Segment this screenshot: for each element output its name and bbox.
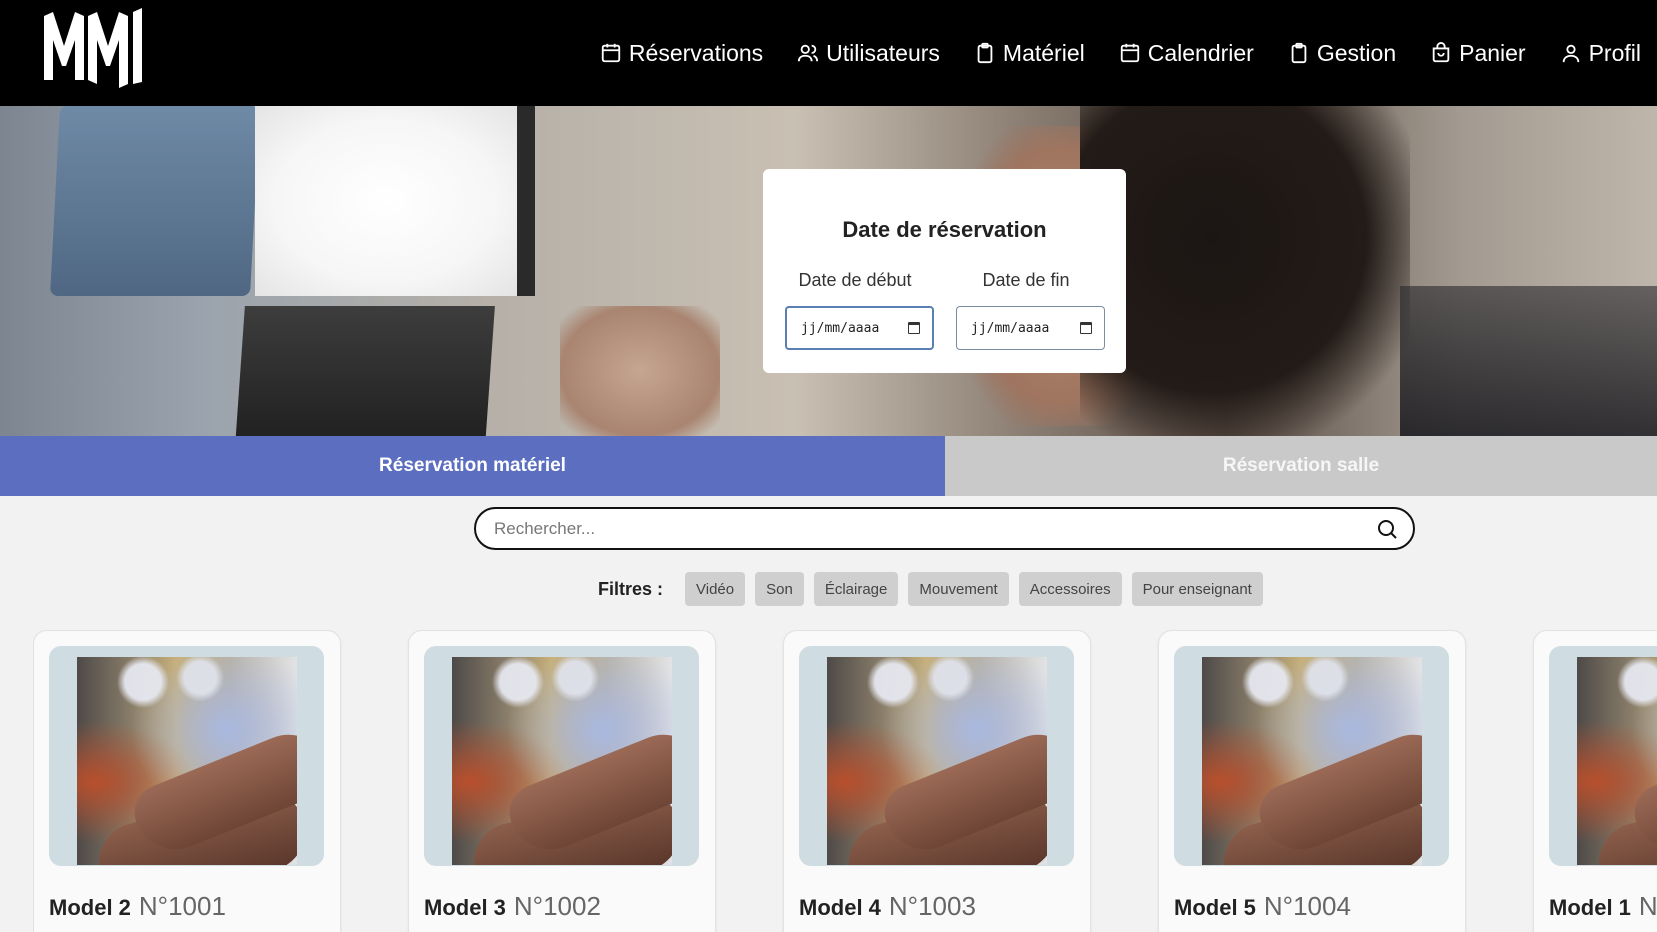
equipment-photo xyxy=(452,657,672,865)
equipment-card-title: Model 4 N°1003 xyxy=(799,891,976,922)
equipment-photo xyxy=(77,657,297,865)
equipment-number: N°1000 xyxy=(1638,891,1657,921)
equipment-card[interactable]: Model 1 N°1000 xyxy=(1533,630,1657,932)
reservation-tabs: Réservation matériel Réservation salle xyxy=(0,436,1657,496)
hero-photo-hair xyxy=(1080,106,1410,436)
nav-utilisateurs[interactable]: Utilisateurs xyxy=(797,40,940,67)
equipment-number: N°1003 xyxy=(888,891,976,921)
nav-reservations[interactable]: Réservations xyxy=(600,40,763,67)
mmi-logo[interactable] xyxy=(44,8,150,88)
nav-profil[interactable]: Profil xyxy=(1560,40,1641,67)
end-date-placeholder: jj/mm/aaaa xyxy=(971,320,1050,336)
equipment-card-list: Model 2 N°1001 Model 3 N°1002 Model 4 N°100… xyxy=(33,630,1657,932)
hero-photo-background xyxy=(1400,286,1657,436)
equipment-image-frame xyxy=(1174,646,1449,866)
equipment-model: Model 2 xyxy=(49,895,131,920)
main-nav: Réservations Utilisateurs Matériel Calen… xyxy=(566,0,1657,106)
nav-gestion[interactable]: Gestion xyxy=(1288,40,1396,67)
date-picker-title: Date de réservation xyxy=(842,217,1047,242)
equipment-card-title: Model 5 N°1004 xyxy=(1174,891,1351,922)
equipment-model: Model 3 xyxy=(424,895,506,920)
equipment-photo xyxy=(827,657,1047,865)
filter-chip-son[interactable]: Son xyxy=(755,572,804,606)
calendar-icon xyxy=(601,43,621,63)
calendar-icon[interactable] xyxy=(908,322,920,334)
filters-label: Filtres : xyxy=(598,578,664,599)
hero-photo-hand xyxy=(560,306,720,436)
start-date-placeholder: jj/mm/aaaa xyxy=(801,320,880,336)
equipment-photo xyxy=(1577,657,1657,865)
equipment-photo xyxy=(1202,657,1422,865)
nav-label: Matériel xyxy=(1002,39,1085,66)
hero-photo-light-base xyxy=(235,306,495,436)
end-date-input[interactable]: jj/mm/aaaa xyxy=(956,306,1105,350)
equipment-model: Model 5 xyxy=(1174,895,1256,920)
end-date-label: Date de fin xyxy=(982,270,1070,290)
tab-reservation-salle[interactable]: Réservation salle xyxy=(945,436,1657,496)
equipment-model: Model 1 xyxy=(1549,895,1631,920)
user-icon xyxy=(1562,44,1579,63)
equipment-number: N°1001 xyxy=(138,891,226,921)
cart-icon xyxy=(1432,42,1450,63)
filter-chip-eclairage[interactable]: Éclairage xyxy=(813,572,899,606)
nav-materiel[interactable]: Matériel xyxy=(974,40,1085,67)
equipment-image-frame xyxy=(1549,646,1657,866)
equipment-card-title: Model 1 N°1000 xyxy=(1549,891,1657,922)
date-picker-card: Date de réservation Date de début Date d… xyxy=(763,169,1126,373)
equipment-card-title: Model 2 N°1001 xyxy=(49,891,226,922)
start-date-input[interactable]: jj/mm/aaaa xyxy=(785,306,934,350)
hero-photo-light-flap xyxy=(50,106,260,296)
filter-chip-mouvement[interactable]: Mouvement xyxy=(908,572,1009,606)
equipment-image-frame xyxy=(799,646,1074,866)
clipboard-icon xyxy=(977,42,993,64)
nav-panier[interactable]: Panier xyxy=(1430,39,1526,67)
filter-chip-accessoires[interactable]: Accessoires xyxy=(1018,572,1122,606)
equipment-number: N°1004 xyxy=(1263,891,1351,921)
search-icon[interactable] xyxy=(1375,517,1399,541)
nav-calendrier[interactable]: Calendrier xyxy=(1119,40,1254,67)
hero-photo-light-panel xyxy=(255,106,535,296)
calendar-icon xyxy=(1120,43,1139,63)
equipment-card[interactable]: Model 2 N°1001 xyxy=(33,630,341,932)
users-icon xyxy=(798,44,819,62)
nav-label: Panier xyxy=(1459,39,1526,66)
equipment-image-frame xyxy=(49,646,324,866)
start-date-label: Date de début xyxy=(798,270,912,290)
calendar-icon[interactable] xyxy=(1080,322,1092,334)
equipment-card[interactable]: Model 3 N°1002 xyxy=(408,630,716,932)
nav-label: Gestion xyxy=(1316,39,1397,66)
equipment-number: N°1002 xyxy=(513,891,601,921)
equipment-card[interactable]: Model 5 N°1004 xyxy=(1158,630,1466,932)
filter-chip-pour-enseignant[interactable]: Pour enseignant xyxy=(1131,572,1263,606)
filters-bar: Filtres : Vidéo Son Éclairage Mouvement … xyxy=(598,572,1273,606)
equipment-card[interactable]: Model 4 N°1003 xyxy=(783,630,1091,932)
equipment-image-frame xyxy=(424,646,699,866)
equipment-card-title: Model 3 N°1002 xyxy=(424,891,601,922)
clipboard-icon xyxy=(1291,42,1307,64)
nav-label: Profil xyxy=(1588,39,1641,66)
nav-label: Utilisateurs xyxy=(826,39,940,66)
search-input[interactable] xyxy=(494,518,1375,539)
equipment-model: Model 4 xyxy=(799,895,881,920)
nav-label: Réservations xyxy=(628,39,764,66)
nav-label: Calendrier xyxy=(1147,39,1254,66)
tab-reservation-materiel[interactable]: Réservation matériel xyxy=(0,436,945,496)
top-navbar: Réservations Utilisateurs Matériel Calen… xyxy=(0,0,1657,106)
filter-chip-video[interactable]: Vidéo xyxy=(685,572,746,606)
search-bar xyxy=(474,507,1415,550)
